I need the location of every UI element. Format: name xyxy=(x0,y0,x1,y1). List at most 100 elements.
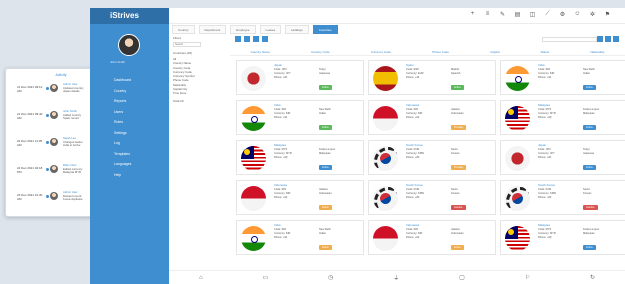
sort-option[interactable]: Phone Code xyxy=(432,50,449,54)
settings-icon[interactable]: ⚙ xyxy=(559,11,566,18)
country-name[interactable]: Malaysia xyxy=(274,143,286,147)
status-badge: Active xyxy=(319,205,332,210)
country-card[interactable]: Malaysia Code: MYS Currency: MYR Phone: +60… xyxy=(236,140,364,175)
country-card[interactable]: India Code: IND Currency: INR Phone: +91 New… xyxy=(500,60,625,95)
filter-title: Filters xyxy=(173,36,182,40)
country-name[interactable]: Japan xyxy=(538,143,546,147)
country-card[interactable]: Malaysia Code: MYS Currency: MYR Phone: +60… xyxy=(500,100,625,135)
country-name[interactable]: Malaysia xyxy=(538,223,550,227)
brand-logo[interactable]: iStrives xyxy=(90,8,169,24)
user-icon[interactable]: ☺ xyxy=(574,11,581,18)
clock-icon[interactable]: ◷ xyxy=(328,274,333,281)
country-card[interactable]: Malaysia Code: MYS Currency: MYR Phone: +60… xyxy=(500,220,625,255)
export-button[interactable] xyxy=(262,36,268,42)
country-card[interactable]: Indonesia Code: IDN Currency: IDR Phone: +6… xyxy=(236,180,364,215)
sort-option[interactable]: Capital xyxy=(490,50,499,54)
country-card[interactable]: South Korea Code: KOR Currency: KRW Phone: … xyxy=(500,180,625,215)
search-input[interactable] xyxy=(542,37,597,42)
country-card[interactable]: Indonesia Code: IDN Currency: IDR Phone: +6… xyxy=(368,220,496,255)
country-name[interactable]: India xyxy=(274,103,281,107)
sidebar-item[interactable]: Reports xyxy=(114,99,131,110)
document-icon[interactable]: ▤ xyxy=(514,11,521,18)
country-name[interactable]: South Korea xyxy=(406,143,423,147)
country-name[interactable]: Spain xyxy=(406,63,414,67)
sort-button[interactable] xyxy=(605,36,611,42)
country-card[interactable]: Japan Code: JPN Currency: JPY Phone: +81 Tok… xyxy=(500,140,625,175)
country-name[interactable]: India xyxy=(538,63,545,67)
sort-option[interactable]: Currency Code xyxy=(371,50,391,54)
folder-icon[interactable]: ▭ xyxy=(262,274,268,281)
chat-icon[interactable]: ▢ xyxy=(459,274,465,281)
tab-item[interactable]: Leaves xyxy=(259,25,282,34)
refresh-button[interactable] xyxy=(253,36,259,42)
top-icons: + ≡ ✎ ▤ ◫ ⟋ ⚙ ☺ ✲ ⚑ xyxy=(469,11,611,18)
card-meta-line: Malaysian xyxy=(583,232,595,235)
list-view-button[interactable] xyxy=(244,36,250,42)
sidebar-item[interactable]: Dashboard xyxy=(114,78,131,89)
sidebar-item[interactable]: Languages xyxy=(114,162,131,173)
korea-flag-icon xyxy=(373,146,398,171)
grid-view-button[interactable] xyxy=(235,36,241,42)
country-card[interactable]: Japan Code: JPN Currency: JPY Phone: +81 Tok… xyxy=(236,60,364,95)
country-name[interactable]: Japan xyxy=(274,63,282,67)
add-icon[interactable]: + xyxy=(469,11,476,18)
status-badge: Active xyxy=(319,125,332,130)
country-name[interactable]: Indonesia xyxy=(406,223,419,227)
chart-icon[interactable]: ◫ xyxy=(529,11,536,18)
user-avatar[interactable] xyxy=(118,34,140,56)
list-icon[interactable]: ≡ xyxy=(484,11,491,18)
country-name[interactable]: South Korea xyxy=(538,183,555,187)
tab-item[interactable]: Country xyxy=(172,25,195,34)
sort-option[interactable]: Country Name xyxy=(251,50,270,54)
card-info: Code: IND Currency: INR Phone: +91 xyxy=(274,228,314,240)
card-meta-line: Indian xyxy=(319,112,327,115)
country-name[interactable]: Malaysia xyxy=(538,103,550,107)
country-name[interactable]: Indonesia xyxy=(406,103,419,107)
more-button[interactable] xyxy=(613,36,619,42)
sidebar-item[interactable]: Roles xyxy=(114,120,131,131)
country-card[interactable]: Indonesia Code: IDN Currency: IDR Phone: +6… xyxy=(368,100,496,135)
filter-search-input[interactable] xyxy=(173,42,201,47)
country-card[interactable]: India Code: IND Currency: INR Phone: +91 New… xyxy=(236,100,364,135)
user-name[interactable]: John Smith xyxy=(110,60,125,64)
tab-item[interactable]: Countries xyxy=(312,25,338,34)
tab-item[interactable]: Holidays xyxy=(285,25,309,34)
sort-option[interactable]: Country Code xyxy=(311,50,330,54)
sort-option[interactable]: Status xyxy=(541,50,550,54)
country-name[interactable]: South Korea xyxy=(406,183,423,187)
sort-option[interactable]: Nationality xyxy=(590,50,604,54)
home-icon[interactable]: ⌂ xyxy=(199,275,203,281)
tab-item[interactable]: Employee xyxy=(230,25,256,34)
edit-icon[interactable]: ✎ xyxy=(499,11,506,18)
country-card[interactable]: South Korea Code: KOR Currency: KRW Phone: … xyxy=(368,180,496,215)
bookmark-icon[interactable]: ⚐ xyxy=(525,274,530,281)
sidebar-item[interactable]: Templates xyxy=(114,152,131,163)
card-info: Code: IND Currency: INR Phone: +91 xyxy=(274,108,314,120)
country-card[interactable]: India Code: IND Currency: INR Phone: +91 New… xyxy=(236,220,364,255)
sidebar-item[interactable]: Help xyxy=(114,173,131,184)
filter-button[interactable] xyxy=(597,36,603,42)
sidebar-item[interactable]: Log xyxy=(114,141,131,152)
country-card[interactable]: South Korea Code: KOR Currency: KRW Phone: … xyxy=(368,140,496,175)
status-badge: Active xyxy=(583,85,596,90)
country-name[interactable]: India xyxy=(274,223,281,227)
filter-icon[interactable]: ⏚ xyxy=(393,273,399,282)
country-card[interactable]: Spain Code: ESP Currency: EUR Phone: +34 Mad… xyxy=(368,60,496,95)
country-name[interactable]: Indonesia xyxy=(274,183,287,187)
card-meta-line: Korean xyxy=(451,152,460,155)
graph-icon[interactable]: ⟋ xyxy=(544,11,551,18)
card-meta: Tokyo Japanese xyxy=(319,68,361,76)
refresh-icon[interactable]: ↻ xyxy=(590,274,595,281)
tab-item[interactable]: Department xyxy=(198,25,227,34)
card-info-line: Phone: +82 xyxy=(406,196,420,199)
card-meta-line: Indian xyxy=(583,72,591,75)
sidebar-item[interactable]: Settings xyxy=(114,131,131,142)
sidebar-item[interactable]: Users xyxy=(114,110,131,121)
card-info-line: Phone: +82 xyxy=(538,196,552,199)
filter-option[interactable]: Time Zone xyxy=(173,91,230,95)
topbar: + ≡ ✎ ▤ ◫ ⟋ ⚙ ☺ ✲ ⚑ xyxy=(169,8,625,24)
avatar xyxy=(50,84,58,92)
gear-icon[interactable]: ✲ xyxy=(589,11,596,18)
flag-icon[interactable]: ⚑ xyxy=(604,11,611,18)
sidebar-item[interactable]: Country xyxy=(114,89,131,100)
